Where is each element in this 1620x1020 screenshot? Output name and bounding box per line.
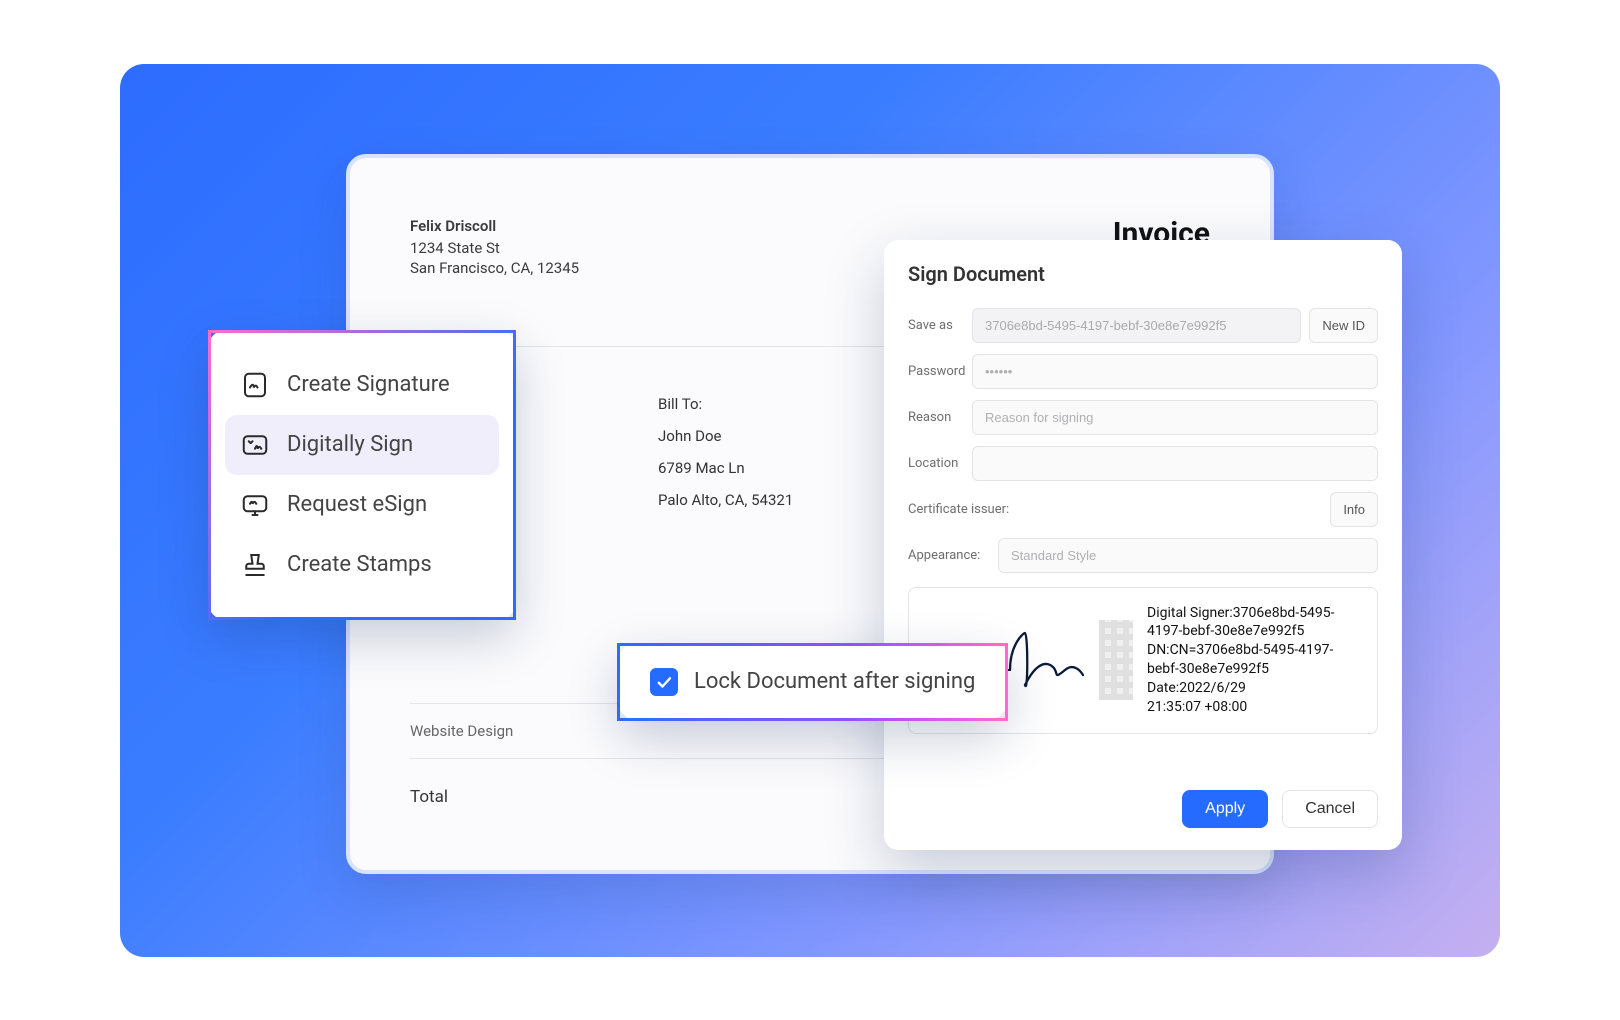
sig-meta-line: Digital Signer:3706e8bd-5495- bbox=[1147, 604, 1335, 623]
label-password: Password bbox=[908, 364, 972, 379]
label-cert: Certificate issuer: bbox=[908, 502, 1034, 517]
digital-sign-icon bbox=[239, 429, 271, 461]
billto-label: Bill To: bbox=[658, 395, 793, 413]
save-as-field[interactable] bbox=[972, 308, 1301, 343]
cancel-button[interactable]: Cancel bbox=[1282, 790, 1378, 828]
signature-meta: Digital Signer:3706e8bd-5495- 4197-bebf-… bbox=[1147, 604, 1335, 717]
sign-menu: Create Signature Digitally Sign Request … bbox=[208, 330, 516, 620]
menu-label: Request eSign bbox=[287, 492, 427, 517]
label-save-as: Save as bbox=[908, 318, 972, 333]
reason-field[interactable] bbox=[972, 400, 1378, 435]
from-name: Felix Driscoll bbox=[410, 216, 579, 236]
from-city: San Francisco, CA, 12345 bbox=[410, 258, 579, 278]
menu-label: Create Signature bbox=[287, 372, 450, 397]
menu-digitally-sign[interactable]: Digitally Sign bbox=[225, 415, 499, 475]
menu-label: Create Stamps bbox=[287, 552, 432, 577]
lock-document-toggle[interactable]: Lock Document after signing bbox=[617, 643, 1008, 721]
menu-request-esign[interactable]: Request eSign bbox=[225, 475, 499, 535]
menu-create-stamps[interactable]: Create Stamps bbox=[225, 535, 499, 595]
invoice-from: Felix Driscoll 1234 State St San Francis… bbox=[410, 216, 579, 279]
request-esign-icon bbox=[239, 489, 271, 521]
from-street: 1234 State St bbox=[410, 238, 579, 258]
billto-name: John Doe bbox=[658, 427, 793, 445]
qr-stub bbox=[1099, 620, 1133, 700]
password-field[interactable] bbox=[972, 354, 1378, 389]
dialog-title: Sign Document bbox=[908, 262, 1378, 286]
new-id-button[interactable]: New ID bbox=[1309, 308, 1378, 343]
billto-street: 6789 Mac Ln bbox=[658, 459, 793, 477]
signature-icon bbox=[239, 369, 271, 401]
label-appearance: Appearance: bbox=[908, 548, 998, 563]
apply-button[interactable]: Apply bbox=[1182, 790, 1268, 828]
label-reason: Reason bbox=[908, 410, 972, 425]
sig-meta-line: bebf-30e8e7e992f5 bbox=[1147, 660, 1335, 679]
menu-create-signature[interactable]: Create Signature bbox=[225, 355, 499, 415]
info-button[interactable]: Info bbox=[1330, 492, 1378, 527]
label-location: Location bbox=[908, 456, 972, 471]
appearance-select[interactable] bbox=[998, 538, 1378, 573]
menu-label: Digitally Sign bbox=[287, 432, 413, 457]
sig-meta-line: 21:35:07 +08:00 bbox=[1147, 698, 1335, 717]
sig-meta-line: DN:CN=3706e8bd-5495-4197- bbox=[1147, 641, 1335, 660]
billto-city: Palo Alto, CA, 54321 bbox=[658, 491, 793, 509]
sig-meta-line: Date:2022/6/29 bbox=[1147, 679, 1335, 698]
total-label: Total bbox=[410, 787, 448, 807]
location-field[interactable] bbox=[972, 446, 1378, 481]
sign-document-dialog: Sign Document Save as New ID Password Re… bbox=[884, 240, 1402, 850]
checkbox-checked-icon bbox=[650, 668, 678, 696]
sig-meta-line: 4197-bebf-30e8e7e992f5 bbox=[1147, 622, 1335, 641]
hero-stage: Felix Driscoll 1234 State St San Francis… bbox=[120, 64, 1500, 957]
stamp-icon bbox=[239, 549, 271, 581]
lock-label: Lock Document after signing bbox=[694, 669, 975, 694]
